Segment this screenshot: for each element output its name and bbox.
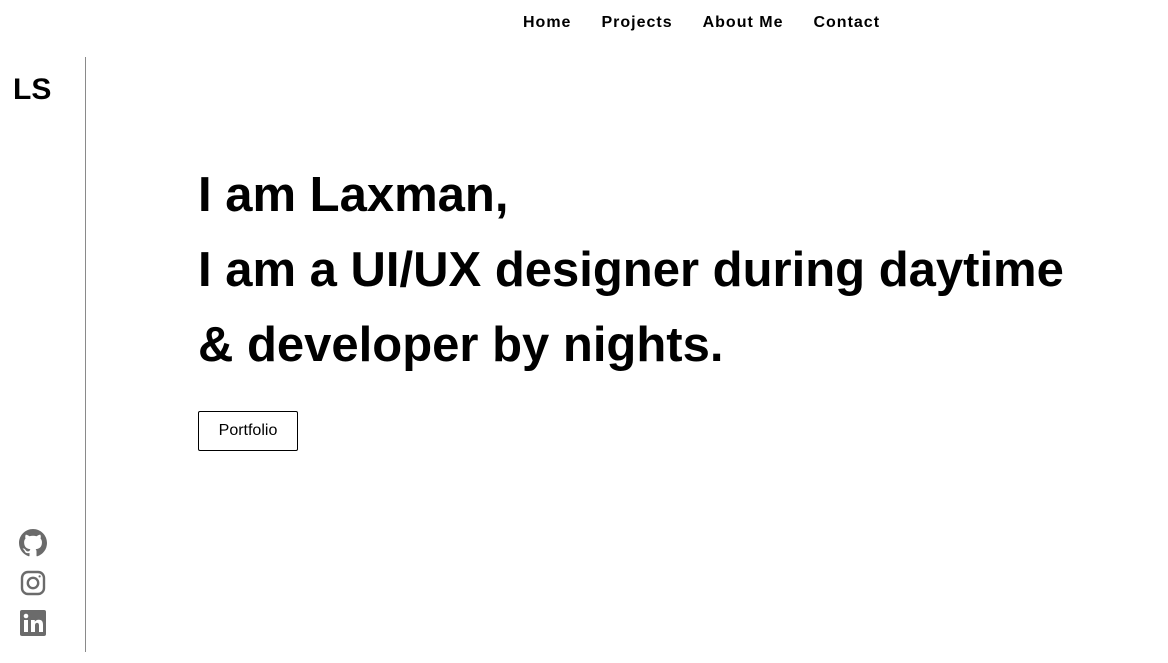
nav-link-projects[interactable]: Projects xyxy=(601,13,672,33)
nav-link-about-me[interactable]: About Me xyxy=(703,13,784,33)
github-link[interactable] xyxy=(19,529,47,557)
linkedin-icon xyxy=(19,609,47,637)
linkedin-link[interactable] xyxy=(19,609,47,637)
hero-heading-line-2: I am a UI/UX designer during daytime xyxy=(198,243,1064,297)
hero-section: I am Laxman, I am a UI/UX designer durin… xyxy=(198,158,1138,383)
hero-heading-line-3: & developer by nights. xyxy=(198,318,724,372)
site-logo[interactable]: LS xyxy=(13,72,51,108)
github-icon xyxy=(19,529,47,557)
sidebar: LS xyxy=(0,57,86,652)
portfolio-button[interactable]: Portfolio xyxy=(198,411,298,451)
hero-heading-line-1: I am Laxman, xyxy=(198,168,509,222)
instagram-link[interactable] xyxy=(19,569,47,597)
instagram-icon xyxy=(19,569,47,597)
nav-link-contact[interactable]: Contact xyxy=(813,13,880,33)
nav-link-home[interactable]: Home xyxy=(523,13,571,33)
page: Home Projects About Me Contact LS I am L… xyxy=(0,0,1168,663)
nav-list: Home Projects About Me Contact xyxy=(523,13,880,33)
top-navigation: Home Projects About Me Contact xyxy=(0,0,1168,46)
